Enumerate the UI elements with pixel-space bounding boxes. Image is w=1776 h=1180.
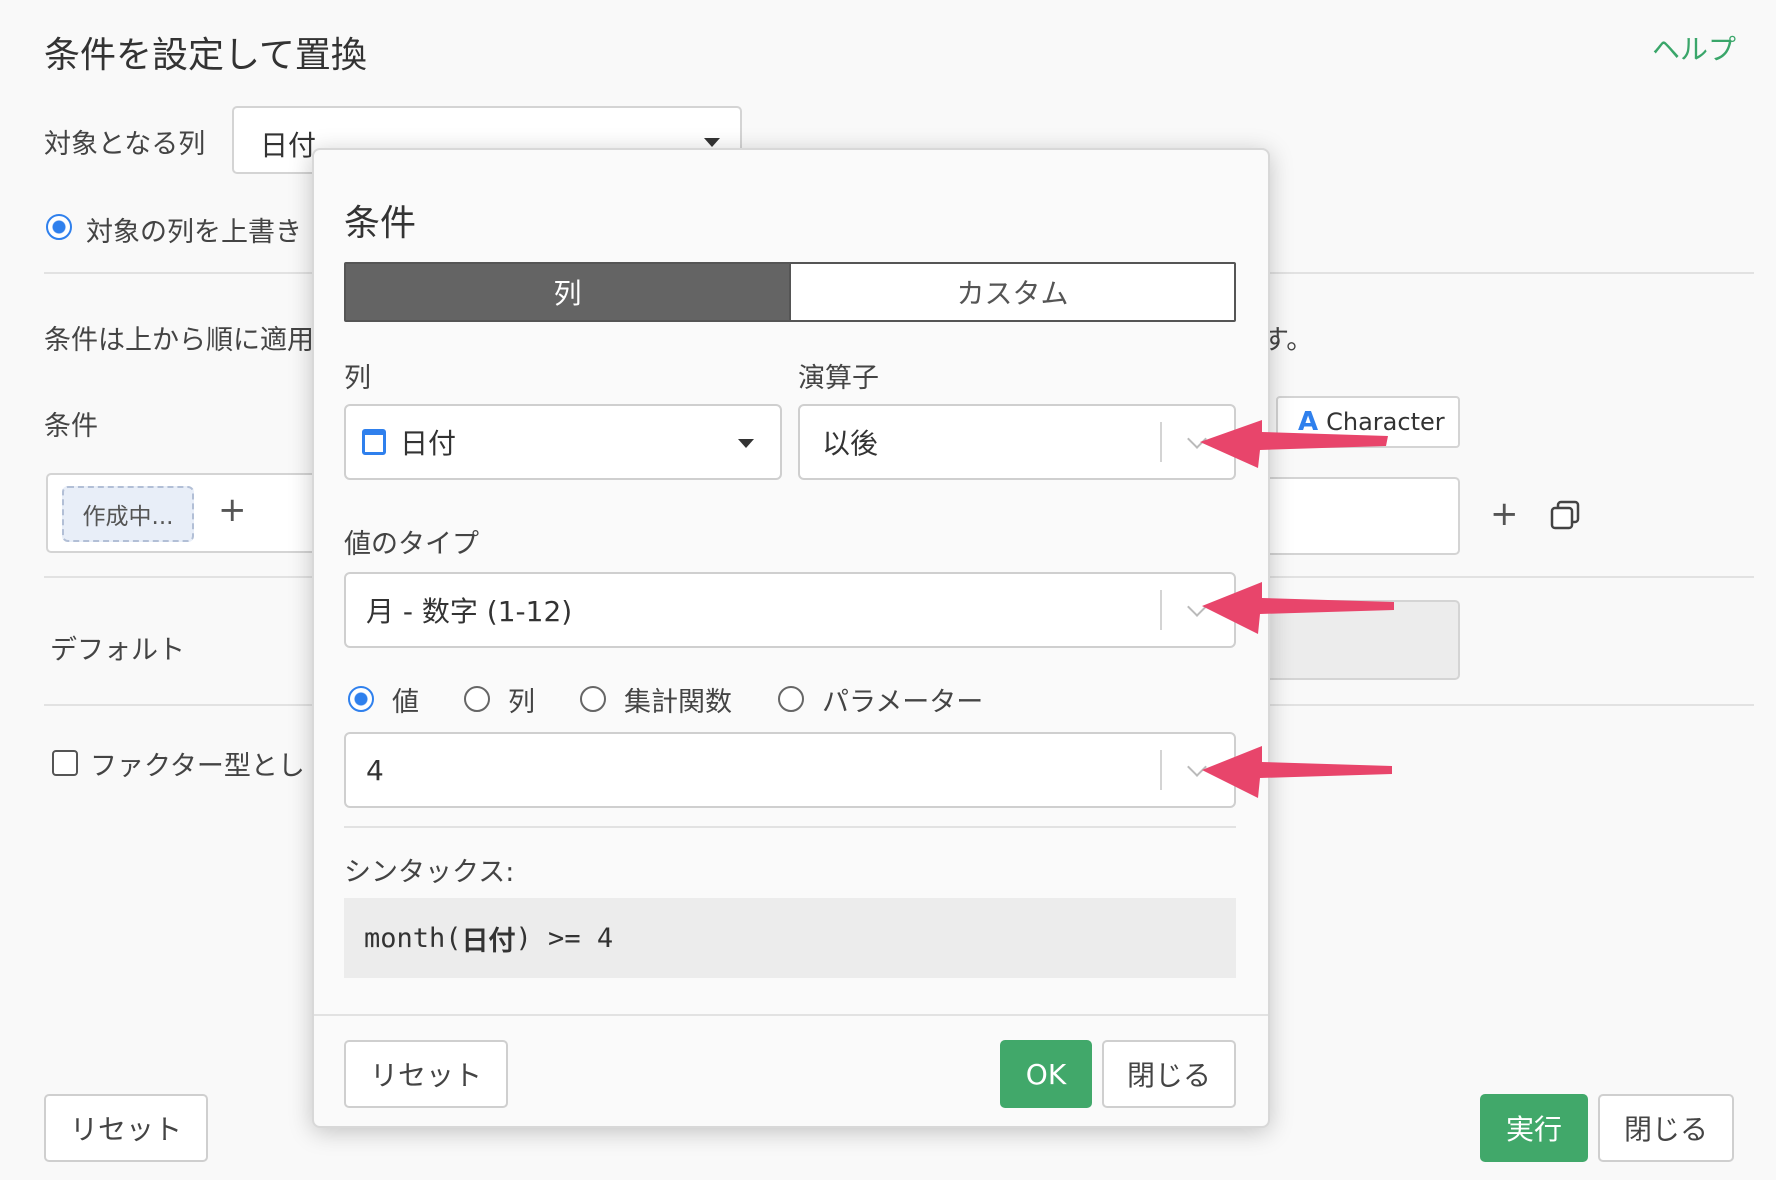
mode-tabs: 列 カスタム — [344, 262, 1236, 322]
factor-label: ファクター型とし — [90, 751, 305, 782]
info-text-left: 条件は上から順に適用 — [44, 325, 314, 356]
column-label: 列 — [344, 363, 371, 394]
character-type-icon: A — [1298, 407, 1319, 437]
default-label: デフォルト — [50, 635, 185, 666]
default-value-input[interactable] — [1262, 600, 1460, 680]
tab-custom[interactable]: カスタム — [789, 264, 1234, 320]
value-type-select-value: 月 - 数字 (1-12) — [366, 595, 573, 628]
draft-condition-chip[interactable]: 作成中... — [62, 486, 194, 542]
chevron-down-icon[interactable] — [1187, 597, 1207, 617]
source-radio-column[interactable] — [464, 686, 490, 712]
source-option-aggregate: 集計関数 — [624, 687, 732, 718]
calendar-icon — [362, 429, 386, 455]
value-input[interactable]: 4 — [344, 732, 1236, 808]
modal-close-button[interactable]: 閉じる — [1102, 1040, 1236, 1108]
syntax-prefix: month( — [364, 922, 462, 954]
syntax-label: シンタックス: — [344, 857, 515, 888]
target-column-value: 日付 — [260, 129, 317, 162]
value-type-label: 値のタイプ — [344, 529, 479, 560]
source-radio-value[interactable] — [348, 686, 374, 712]
modal-title: 条件 — [344, 203, 417, 244]
help-link[interactable]: ヘルプ — [1652, 28, 1736, 68]
value-type-select[interactable]: 月 - 数字 (1-12) — [344, 572, 1236, 648]
caret-down-icon — [738, 439, 754, 448]
reset-button[interactable]: リセット — [44, 1094, 208, 1162]
select-separator — [1160, 590, 1162, 630]
source-option-parameter: パラメーター — [822, 687, 984, 718]
overwrite-radio[interactable] — [46, 214, 72, 240]
target-column-label: 対象となる列 — [44, 129, 206, 160]
source-radio-aggregate[interactable] — [580, 686, 606, 712]
chevron-down-icon[interactable] — [1187, 429, 1207, 449]
ok-button[interactable]: OK — [1000, 1040, 1092, 1108]
type-character-button[interactable]: A Character — [1276, 396, 1460, 448]
factor-checkbox[interactable] — [52, 750, 78, 776]
close-button[interactable]: 閉じる — [1598, 1094, 1734, 1162]
chevron-down-icon[interactable] — [1187, 757, 1207, 777]
column-select[interactable]: 日付 — [344, 404, 782, 480]
footer-divider — [314, 1014, 1268, 1016]
column-select-value: 日付 — [400, 427, 457, 460]
syntax-preview: month( 日付 ) >= 4 — [344, 898, 1236, 978]
caret-down-icon — [704, 138, 720, 147]
add-row-icon[interactable]: + — [1490, 494, 1519, 534]
condition-modal: 条件 列 カスタム 列 演算子 日付 以後 値のタイプ 月 - 数字 (1-12… — [312, 148, 1270, 1128]
replacement-value-input[interactable] — [1262, 477, 1460, 555]
overwrite-label: 対象の列を上書き — [86, 217, 302, 248]
conditions-label: 条件 — [44, 411, 98, 442]
select-separator — [1160, 422, 1162, 462]
run-button[interactable]: 実行 — [1480, 1094, 1588, 1162]
source-radio-parameter[interactable] — [778, 686, 804, 712]
value-input-text: 4 — [366, 753, 384, 787]
modal-reset-button[interactable]: リセット — [344, 1040, 508, 1108]
tab-column[interactable]: 列 — [346, 264, 789, 320]
syntax-column: 日付 — [461, 925, 516, 957]
operator-select-value: 以後 — [822, 427, 879, 460]
character-type-label: Character — [1326, 408, 1445, 436]
select-separator — [1160, 750, 1162, 790]
divider — [344, 826, 1236, 828]
add-condition-icon[interactable]: + — [218, 490, 247, 530]
copy-icon[interactable] — [1550, 500, 1580, 530]
operator-select[interactable]: 以後 — [798, 404, 1236, 480]
page-title: 条件を設定して置換 — [44, 35, 367, 76]
source-option-column: 列 — [508, 687, 535, 718]
syntax-suffix: ) >= 4 — [515, 922, 614, 954]
source-option-value: 値 — [392, 687, 419, 718]
operator-label: 演算子 — [798, 363, 879, 394]
